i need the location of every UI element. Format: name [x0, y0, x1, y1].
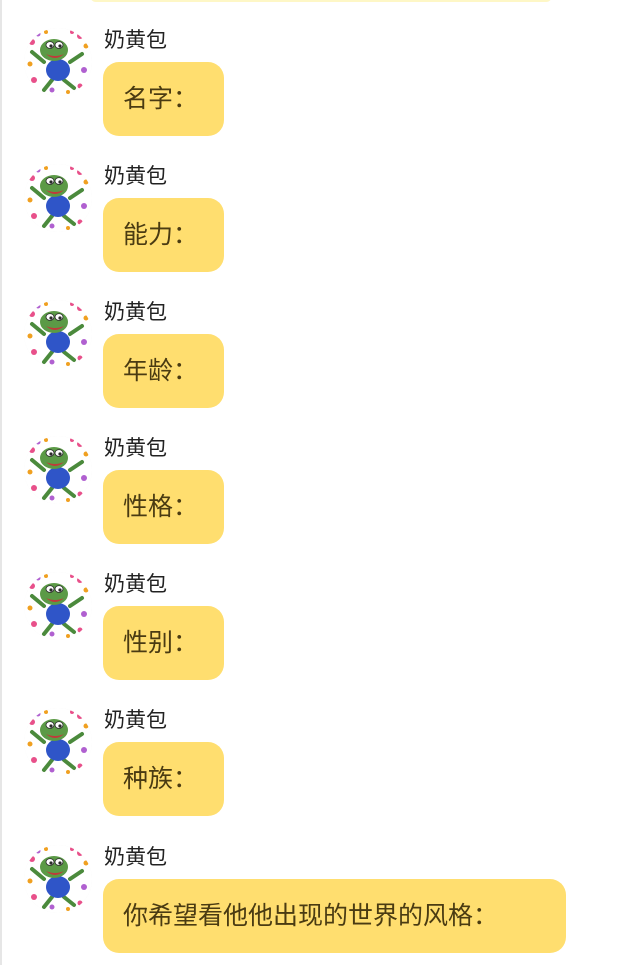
message-bubble[interactable]: 名字：: [103, 62, 224, 136]
sender-name[interactable]: 奶黄包: [104, 708, 167, 732]
pepe-frog-avatar[interactable]: [24, 845, 92, 913]
previous-message-bubble[interactable]: [90, 0, 552, 2]
pepe-frog-avatar[interactable]: [24, 708, 92, 776]
chat-view: 奶黄包 名字： 奶黄包 能力： 奶黄包 年龄： 奶黄包 性格： 奶黄包 性别： …: [0, 0, 640, 965]
pepe-frog-avatar[interactable]: [24, 28, 92, 96]
sender-name[interactable]: 奶黄包: [104, 300, 167, 324]
message-bubble[interactable]: 你希望看他他出现的世界的风格：: [103, 879, 566, 953]
message-bubble[interactable]: 种族：: [103, 742, 224, 816]
sender-name[interactable]: 奶黄包: [104, 845, 167, 869]
message-bubble[interactable]: 年龄：: [103, 334, 224, 408]
pepe-frog-avatar[interactable]: [24, 572, 92, 640]
sender-name[interactable]: 奶黄包: [104, 572, 167, 596]
message-bubble[interactable]: 能力：: [103, 198, 224, 272]
pepe-frog-avatar[interactable]: [24, 436, 92, 504]
sender-name[interactable]: 奶黄包: [104, 28, 167, 52]
sender-name[interactable]: 奶黄包: [104, 436, 167, 460]
pepe-frog-avatar[interactable]: [24, 300, 92, 368]
screen-edge-divider: [0, 0, 2, 965]
message-bubble[interactable]: 性别：: [103, 606, 224, 680]
pepe-frog-avatar[interactable]: [24, 164, 92, 232]
message-bubble[interactable]: 性格：: [103, 470, 224, 544]
sender-name[interactable]: 奶黄包: [104, 164, 167, 188]
